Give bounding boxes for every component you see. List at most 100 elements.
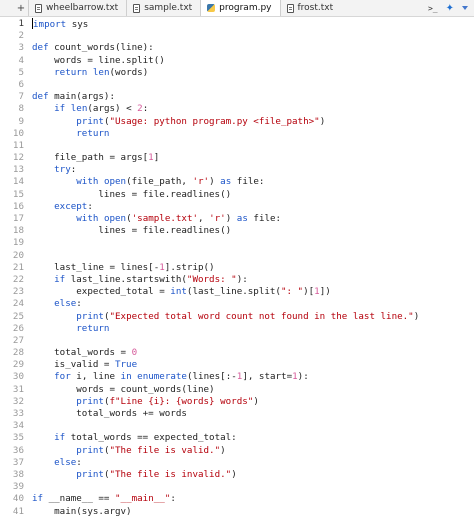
line-number: 22 xyxy=(12,273,24,285)
code-text: words = count_words(line) xyxy=(32,383,215,395)
tab-wheelbarrow[interactable]: wheelbarrow.txt xyxy=(28,0,126,16)
code-text: lines = file.readlines() xyxy=(32,225,232,237)
line-number: 10 xyxy=(12,127,24,139)
chevron-down-icon[interactable] xyxy=(462,6,468,10)
code-text: with open(file_path, 'r') as file: xyxy=(76,176,265,188)
code-text: else: xyxy=(54,298,82,310)
line-number: 40 xyxy=(12,493,24,505)
code-line[interactable]: 37 else: xyxy=(0,457,474,469)
code-line[interactable]: 9 print("Usage: python program.py <file_… xyxy=(0,116,474,128)
code-text: return xyxy=(76,127,110,139)
code-line[interactable]: 5 return len(words) xyxy=(0,67,474,79)
terminal-button[interactable]: >_ xyxy=(428,4,438,13)
code-text: if len(args) < 2: xyxy=(54,103,149,115)
line-number: 16 xyxy=(12,200,24,212)
code-line[interactable]: 27 xyxy=(0,335,474,347)
code-line[interactable]: 12 file_path = args[1] xyxy=(0,152,474,164)
code-line[interactable]: 1 import sys xyxy=(0,18,474,30)
tab-label: frost.txt xyxy=(297,3,334,13)
line-number: 39 xyxy=(12,481,24,493)
code-line[interactable]: 30 for i, line in enumerate(lines[:-1], … xyxy=(0,371,474,383)
code-line[interactable]: 22 if last_line.startswith("Words: "): xyxy=(0,274,474,286)
line-number: 30 xyxy=(12,371,24,383)
line-number: 32 xyxy=(12,395,24,407)
code-line[interactable]: 13 try: xyxy=(0,164,474,176)
line-number: 13 xyxy=(12,164,24,176)
line-number: 14 xyxy=(12,176,24,188)
code-line[interactable]: 25 print("Expected total word count not … xyxy=(0,311,474,323)
line-number: 18 xyxy=(12,225,24,237)
tab-program[interactable]: program.py xyxy=(200,0,280,16)
line-number: 31 xyxy=(12,383,24,395)
code-line[interactable]: 15 lines = file.readlines() xyxy=(0,189,474,201)
tab-sample[interactable]: sample.txt xyxy=(126,0,200,16)
tab-frost[interactable]: frost.txt xyxy=(279,0,374,16)
code-line[interactable]: 31 words = count_words(line) xyxy=(0,384,474,396)
line-number: 35 xyxy=(12,432,24,444)
code-text: file_path = args[1] xyxy=(32,152,160,164)
code-line[interactable]: 38 print("The file is invalid.") xyxy=(0,469,474,481)
code-editor[interactable]: 1 import sys 2 3 def count_words(line): 4 wor… xyxy=(0,17,474,518)
code-line[interactable]: 6 xyxy=(0,79,474,91)
code-text: for i, line in enumerate(lines[:-1], sta… xyxy=(54,371,309,383)
code-text: if last_line.startswith("Words: "): xyxy=(54,273,248,285)
code-line[interactable]: 19 xyxy=(0,237,474,249)
code-line[interactable]: 29 is_valid = True xyxy=(0,359,474,371)
code-line[interactable]: 40 if __name__ == "__main__": xyxy=(0,493,474,505)
line-number: 12 xyxy=(12,152,24,164)
document-icon xyxy=(133,3,141,13)
code-text: total_words += words xyxy=(32,408,187,419)
code-line[interactable]: 14 with open(file_path, 'r') as file: xyxy=(0,176,474,188)
line-number: 17 xyxy=(12,213,24,224)
code-text: return len(words) xyxy=(54,66,149,78)
code-text: lines = file.readlines() xyxy=(32,188,232,200)
puzzle-icon[interactable]: ✦ xyxy=(446,3,454,14)
line-number: 4 xyxy=(18,54,24,66)
code-line[interactable]: 39 xyxy=(0,481,474,493)
code-line[interactable]: 10 return xyxy=(0,128,474,140)
code-text: else: xyxy=(54,456,82,468)
code-text: print("Expected total word count not fou… xyxy=(76,310,420,322)
code-line[interactable]: 18 lines = file.readlines() xyxy=(0,225,474,237)
code-line[interactable]: 7 def main(args): xyxy=(0,91,474,103)
code-line[interactable]: 16 except: xyxy=(0,201,474,213)
code-line[interactable]: 17 with open('sample.txt', 'r') as file: xyxy=(0,213,474,225)
code-line[interactable]: 8 if len(args) < 2: xyxy=(0,103,474,115)
code-text: if total_words == expected_total: xyxy=(54,432,237,444)
code-line[interactable]: 26 return xyxy=(0,323,474,335)
code-line[interactable]: 21 last_line = lines[-1].strip() xyxy=(0,262,474,274)
code-line[interactable]: 2 xyxy=(0,30,474,42)
line-number: 25 xyxy=(12,310,24,322)
code-line[interactable]: 11 xyxy=(0,140,474,152)
line-number: 41 xyxy=(12,505,24,517)
line-number: 21 xyxy=(12,261,24,273)
line-number: 23 xyxy=(12,286,24,298)
code-text: try: xyxy=(54,164,77,176)
tab-bar: + wheelbarrow.txt sample.txt program.py … xyxy=(0,0,474,17)
line-number: 7 xyxy=(18,91,24,103)
line-number: 15 xyxy=(12,188,24,200)
code-text: print(f"Line {i}: {words} words") xyxy=(76,395,259,407)
code-text: print("The file is invalid.") xyxy=(76,468,237,480)
code-line[interactable]: 36 print("The file is valid.") xyxy=(0,445,474,457)
tab-label: sample.txt xyxy=(144,3,193,13)
code-line[interactable]: 4 words = line.split() xyxy=(0,55,474,67)
code-line[interactable]: 28 total_words = 0 xyxy=(0,347,474,359)
code-text: total_words = 0 xyxy=(32,347,138,359)
line-number: 1 xyxy=(18,18,24,29)
code-line[interactable]: 20 xyxy=(0,250,474,262)
code-text: if __name__ == "__main__": xyxy=(32,493,176,505)
code-text: def count_words(line): xyxy=(32,42,154,54)
code-text: is_valid = True xyxy=(32,359,138,371)
code-line[interactable]: 34 xyxy=(0,420,474,432)
code-line[interactable]: 23 expected_total = int(last_line.split(… xyxy=(0,286,474,298)
code-line[interactable]: 32 print(f"Line {i}: {words} words") xyxy=(0,396,474,408)
document-icon xyxy=(35,3,42,13)
code-line[interactable]: 41 main(sys.argv) xyxy=(0,506,474,518)
code-text: with open('sample.txt', 'r') as file: xyxy=(76,213,282,224)
code-line[interactable]: 24 else: xyxy=(0,298,474,310)
code-line[interactable]: 3 def count_words(line): xyxy=(0,42,474,54)
code-line[interactable]: 33 total_words += words xyxy=(0,408,474,420)
new-tab-button[interactable]: + xyxy=(14,0,28,16)
code-line[interactable]: 35 if total_words == expected_total: xyxy=(0,432,474,444)
